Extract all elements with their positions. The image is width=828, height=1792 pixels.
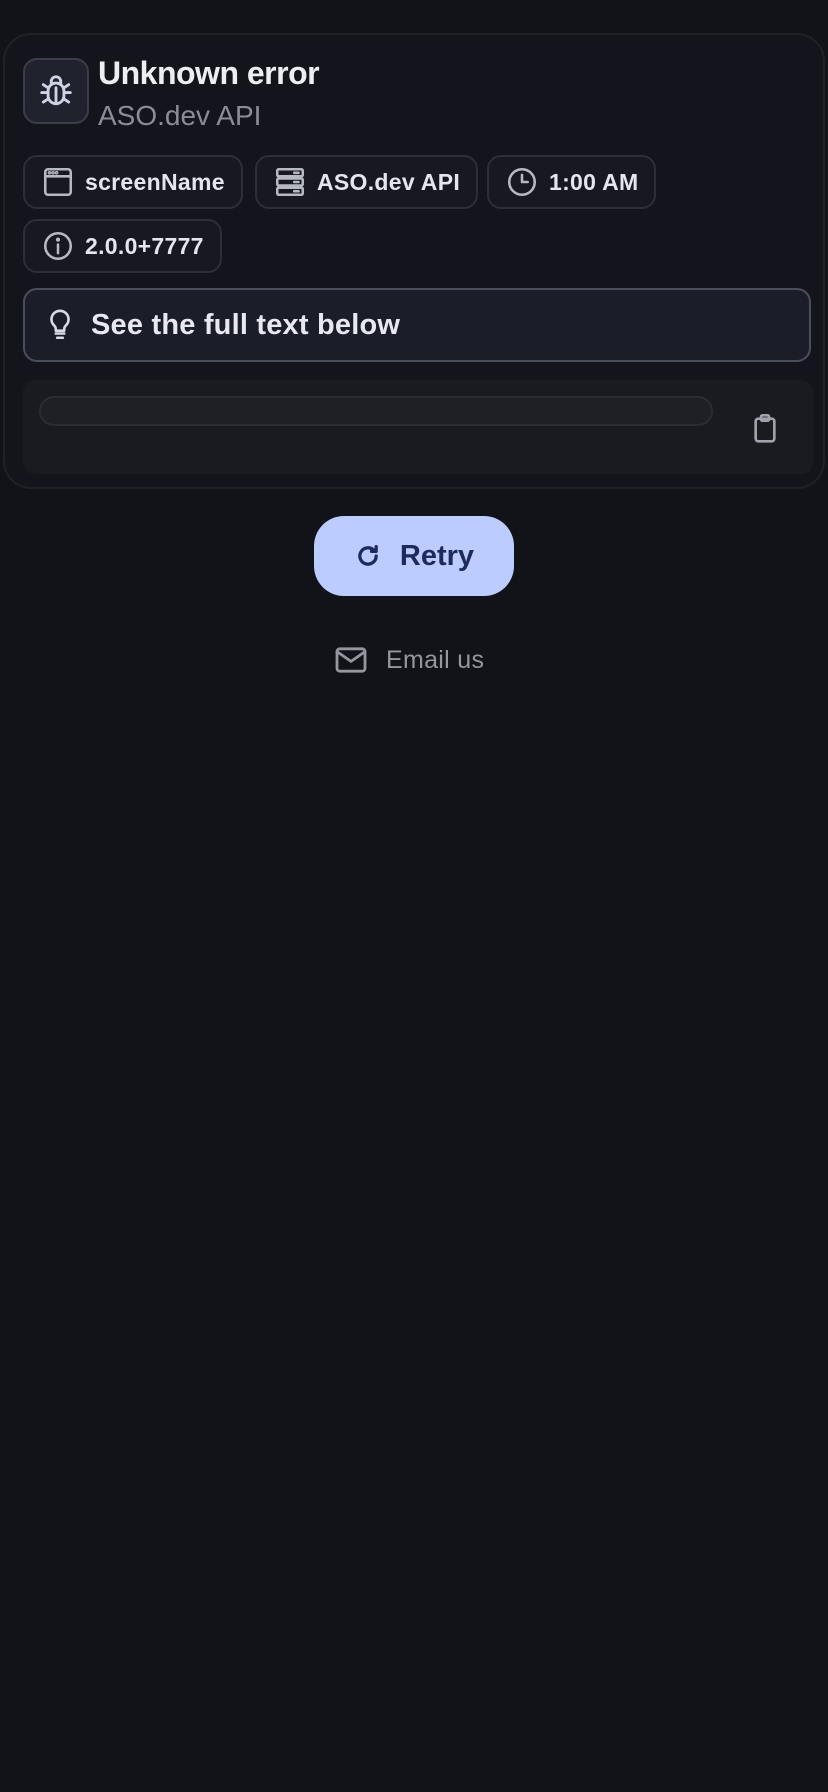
hint-banner: See the full text below — [23, 288, 811, 362]
mail-icon — [335, 647, 367, 673]
chip-label: 2.0.0+7777 — [85, 232, 204, 259]
window-icon — [43, 167, 73, 197]
chip-time: 1:00 AM — [487, 155, 657, 209]
bug-icon-box — [23, 58, 89, 124]
email-label: Email us — [386, 645, 485, 674]
email-us-button[interactable]: Email us — [334, 640, 484, 680]
chip-label: ASO.dev API — [317, 168, 461, 195]
error-title: Unknown error — [98, 55, 320, 91]
error-source: ASO.dev API — [98, 100, 262, 131]
hint-text: See the full text below — [91, 308, 401, 341]
chip-screen-name: screenName — [23, 155, 243, 209]
refresh-icon — [358, 545, 378, 566]
chip-version: 2.0.0+7777 — [23, 219, 222, 273]
clipboard-icon — [754, 414, 776, 443]
server-icon — [275, 167, 305, 197]
clock-icon — [507, 167, 537, 197]
error-details — [23, 380, 813, 474]
lightbulb-icon — [50, 309, 70, 340]
chip-label: screenName — [85, 168, 225, 195]
info-icon — [43, 231, 73, 261]
error-details-text — [39, 396, 713, 426]
chip-label: 1:00 AM — [549, 168, 639, 195]
error-card: Unknown error ASO.dev API screenName ASO… — [3, 33, 825, 489]
bug-icon — [40, 75, 72, 106]
copy-button[interactable] — [745, 408, 785, 448]
retry-label: Retry — [399, 539, 475, 572]
chip-api: ASO.dev API — [255, 155, 479, 209]
retry-button[interactable]: Retry — [314, 516, 514, 596]
